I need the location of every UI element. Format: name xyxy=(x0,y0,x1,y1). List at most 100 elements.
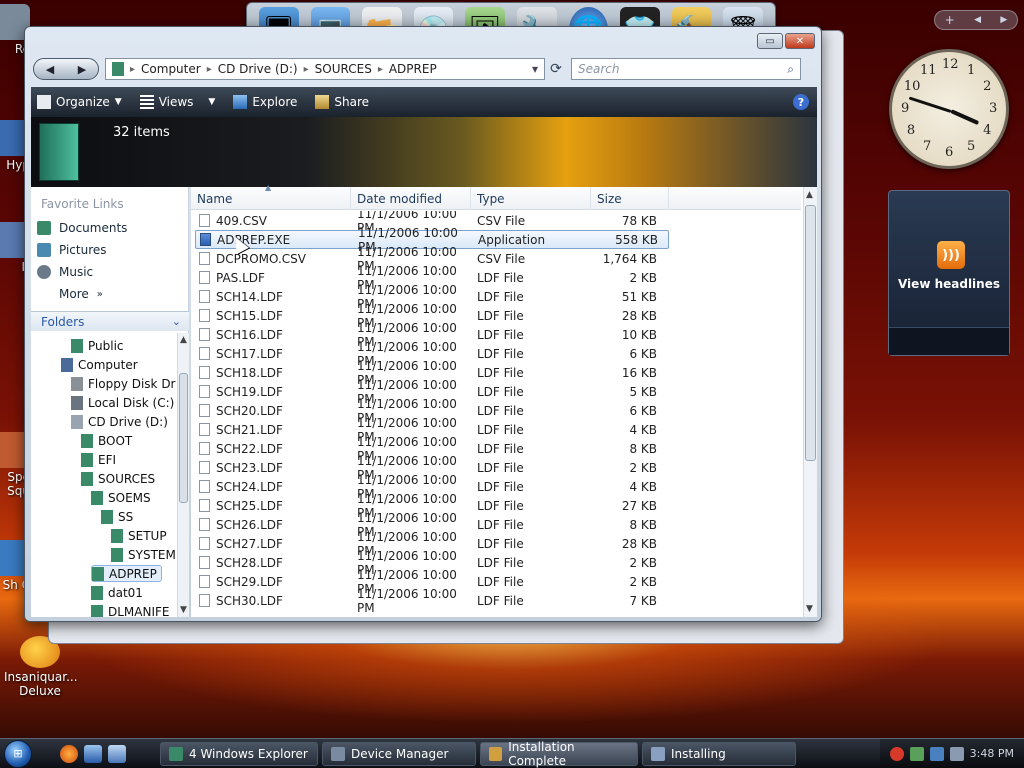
breadcrumb-adprep[interactable]: ADPREP xyxy=(389,62,437,76)
help-icon[interactable]: ? xyxy=(793,94,809,110)
switch-windows-icon[interactable] xyxy=(108,744,126,763)
task-icon xyxy=(331,746,345,761)
feed-label[interactable]: View headlines xyxy=(889,277,1009,291)
tree-item[interactable]: dat01 xyxy=(91,584,143,601)
previous-icon[interactable]: ◀ xyxy=(974,15,981,25)
tree-item[interactable]: SETUP xyxy=(111,527,167,544)
favorite-music[interactable]: Music xyxy=(37,265,93,279)
task-icon xyxy=(169,746,183,761)
tree-item[interactable]: CD Drive (D:) xyxy=(71,413,168,430)
firefox-icon[interactable] xyxy=(60,744,78,763)
tree-item[interactable]: SYSTEM xyxy=(111,546,176,563)
scroll-down-icon[interactable]: ▼ xyxy=(180,605,187,615)
file-type: LDF File xyxy=(477,574,524,589)
network-icon[interactable] xyxy=(929,746,944,761)
maximize-button[interactable]: ▭ xyxy=(757,33,783,49)
tree-scrollbar[interactable]: ▲ ▼ xyxy=(177,333,189,617)
search-input[interactable]: Search ⌕ xyxy=(571,58,801,80)
file-name-cell: SCH19.LDF xyxy=(195,385,351,399)
file-icon xyxy=(199,271,210,284)
folders-label: Folders xyxy=(41,314,85,329)
organize-button[interactable]: Organize ▼ xyxy=(37,95,122,109)
file-row[interactable]: SCH30.LDF 11/1/2006 10:00 PM LDF File 7 KB xyxy=(195,587,669,615)
start-button[interactable]: ⊞ xyxy=(0,739,36,768)
scroll-down-icon[interactable]: ▼ xyxy=(806,604,813,614)
tree-item[interactable]: Local Disk (C:) xyxy=(71,394,174,411)
views-button[interactable]: Views ▼ xyxy=(139,95,215,109)
desktop-icon-insaniquarium[interactable]: Insaniquar... Deluxe xyxy=(4,636,78,698)
file-type: LDF File xyxy=(477,346,524,361)
file-size: 4 KB xyxy=(629,479,657,494)
quick-launch xyxy=(60,744,160,763)
clock-numeral: 12 xyxy=(942,57,959,72)
breadcrumb-sources[interactable]: SOURCES xyxy=(315,62,372,76)
show-desktop-icon[interactable] xyxy=(84,744,102,763)
column-type[interactable]: Type xyxy=(471,187,591,210)
tree-item[interactable]: SOEMS xyxy=(91,489,151,506)
column-date[interactable]: Date modified xyxy=(351,187,471,210)
add-gadget-icon[interactable]: + xyxy=(945,13,955,27)
clock-gadget[interactable]: 12 1 2 3 4 5 6 7 8 9 10 11 xyxy=(889,49,1009,169)
tree-item[interactable]: Floppy Disk Dr xyxy=(71,375,176,392)
sort-arrow-icon: ▲ xyxy=(265,183,272,192)
column-size[interactable]: Size xyxy=(591,187,669,210)
explore-button[interactable]: Explore xyxy=(233,95,297,109)
column-name[interactable]: Name ▲ xyxy=(191,183,351,210)
file-type: LDF File xyxy=(477,384,524,399)
file-name: DCPROMO.CSV xyxy=(216,251,306,266)
next-icon[interactable]: ▶ xyxy=(1000,15,1007,25)
scroll-thumb[interactable] xyxy=(179,373,188,503)
tree-item[interactable]: Public xyxy=(71,337,124,354)
column-label: Size xyxy=(597,191,622,206)
tree-item[interactable]: BOOT xyxy=(81,432,132,449)
desktop-icon-label: Insaniquar... Deluxe xyxy=(4,670,78,698)
tree-item[interactable]: EFI xyxy=(81,451,116,468)
folders-header[interactable]: Folders ⌄ xyxy=(31,311,189,331)
security-alert-icon[interactable] xyxy=(889,746,904,761)
scroll-up-icon[interactable]: ▲ xyxy=(806,190,813,200)
tree-item[interactable]: ADPREP xyxy=(91,565,162,582)
scroll-thumb[interactable] xyxy=(805,205,816,461)
drive-icon xyxy=(71,414,83,429)
breadcrumb-cd-drive[interactable]: CD Drive (D:) xyxy=(218,62,298,76)
file-name: SCH26.LDF xyxy=(216,517,283,532)
feed-headlines-gadget[interactable]: ))) View headlines xyxy=(888,190,1010,356)
volume-icon[interactable] xyxy=(949,746,964,761)
taskbar-button[interactable]: Device Manager xyxy=(322,741,476,766)
search-icon[interactable]: ⌕ xyxy=(787,62,794,77)
safely-remove-icon[interactable] xyxy=(909,746,924,761)
tree-item[interactable]: DLMANIFE xyxy=(91,603,170,617)
address-dropdown-icon[interactable]: ▾ xyxy=(532,62,538,76)
file-list-scrollbar[interactable]: ▲ ▼ xyxy=(803,187,817,617)
taskbar-button[interactable]: 4 Windows Explorer xyxy=(160,741,318,766)
forward-button[interactable]: ▶ xyxy=(78,63,86,76)
tree-item[interactable]: SS xyxy=(101,508,133,525)
window-controls: ▭ ✕ xyxy=(757,33,815,49)
favorite-more[interactable]: More » xyxy=(59,287,103,301)
back-button[interactable]: ◀ xyxy=(46,63,54,76)
favorite-documents[interactable]: Documents xyxy=(37,221,127,235)
folder-icon xyxy=(91,585,103,600)
folder-icon xyxy=(81,471,93,486)
views-label: Views xyxy=(158,95,194,109)
file-size: 2 KB xyxy=(629,574,657,589)
tree-item[interactable]: Computer xyxy=(61,356,138,373)
share-button[interactable]: Share xyxy=(315,95,369,109)
folder-icon xyxy=(101,509,113,524)
address-bar[interactable]: ▸ Computer ▸ CD Drive (D:) ▸ SOURCES ▸ A… xyxy=(105,58,545,80)
refresh-icon[interactable]: ⟳ xyxy=(545,61,567,77)
organize-icon xyxy=(37,95,51,109)
breadcrumb-computer[interactable]: Computer xyxy=(141,62,201,76)
task-buttons: 4 Windows Explorer Device Manager Installa… xyxy=(160,740,800,768)
scroll-up-icon[interactable]: ▲ xyxy=(180,335,187,345)
favorite-pictures[interactable]: Pictures xyxy=(37,243,107,257)
file-name: SCH30.LDF xyxy=(216,593,283,608)
taskbar-button[interactable]: Installing xyxy=(642,741,796,766)
file-name-cell: SCH26.LDF xyxy=(195,518,351,532)
column-label: Type xyxy=(477,191,505,206)
taskbar-clock[interactable]: 3:48 PM xyxy=(970,747,1014,760)
taskbar-button[interactable]: Installation Complete xyxy=(480,740,638,768)
file-name: SCH24.LDF xyxy=(216,479,283,494)
tree-item[interactable]: SOURCES xyxy=(81,470,155,487)
close-button[interactable]: ✕ xyxy=(785,33,815,49)
